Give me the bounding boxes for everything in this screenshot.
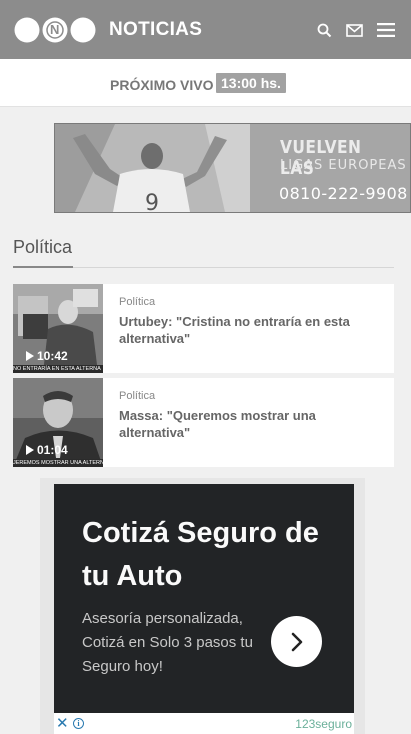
promo-banner[interactable]: 9 VUELVEN LAS LIGAS EUROPEAS 0810-222-99… — [54, 123, 411, 213]
banner-phone: 0810-222-9908 — [279, 184, 408, 203]
top-header: N NOTICIAS — [0, 0, 411, 59]
video-duration: 01:04 — [26, 443, 68, 457]
close-icon[interactable]: ✕ — [56, 716, 69, 731]
thumbnail-caption: JEREMOS MOSTRAR UNA ALTERNA — [13, 459, 103, 467]
advertisement[interactable]: Cotizá Seguro de tu Auto Asesoría person… — [54, 484, 354, 713]
next-live-label: PRÓXIMO VIVO — [110, 77, 214, 93]
brand-name: NOTICIAS — [109, 19, 203, 40]
next-live-bar: PRÓXIMO VIVO 13:00 hs. — [0, 59, 411, 107]
player-photo: 9 — [55, 124, 250, 212]
video-thumbnail[interactable]: 10:42 NO ENTRARÍA EN ESTA ALTERNA — [13, 284, 103, 373]
thumbnail-caption: NO ENTRARÍA EN ESTA ALTERNA — [13, 365, 103, 373]
duration-text: 01:04 — [37, 443, 68, 457]
logo[interactable]: N — [14, 17, 98, 43]
mail-icon[interactable] — [344, 19, 364, 41]
article-card[interactable]: 10:42 NO ENTRARÍA EN ESTA ALTERNA Políti… — [13, 284, 394, 373]
ad-advertiser[interactable]: 123seguro — [295, 717, 352, 731]
article-card[interactable]: 01:04 JEREMOS MOSTRAR UNA ALTERNA Políti… — [13, 378, 394, 467]
video-duration: 10:42 — [26, 349, 68, 363]
search-icon[interactable] — [315, 19, 333, 41]
info-icon[interactable]: i — [73, 718, 84, 729]
chevron-right-icon — [291, 632, 302, 651]
ad-body: Asesoría personalizada, Cotizá en Solo 3… — [82, 610, 253, 675]
duration-text: 10:42 — [37, 349, 68, 363]
article-title[interactable]: Massa: "Queremos mostrar una alternativa… — [119, 407, 381, 441]
jersey-number: 9 — [145, 191, 159, 212]
ad-next-button[interactable] — [271, 616, 322, 667]
banner-subheadline: LIGAS EUROPEAS — [280, 158, 407, 173]
ad-title[interactable]: Cotizá Seguro de tu Auto — [82, 512, 332, 598]
article-category[interactable]: Política — [119, 296, 155, 308]
section-divider-accent — [13, 266, 73, 268]
article-category[interactable]: Política — [119, 390, 155, 402]
ad-footer: ✕ i 123seguro — [54, 713, 354, 734]
next-live-time: 13:00 hs. — [216, 73, 286, 93]
play-icon — [26, 445, 34, 455]
play-icon — [26, 351, 34, 361]
menu-icon[interactable] — [376, 19, 396, 41]
video-thumbnail[interactable]: 01:04 JEREMOS MOSTRAR UNA ALTERNA — [13, 378, 103, 467]
article-title[interactable]: Urtubey: "Cristina no entraría en esta a… — [119, 313, 381, 347]
section-title[interactable]: Política — [13, 237, 72, 258]
logo-letter: N — [50, 22, 60, 37]
